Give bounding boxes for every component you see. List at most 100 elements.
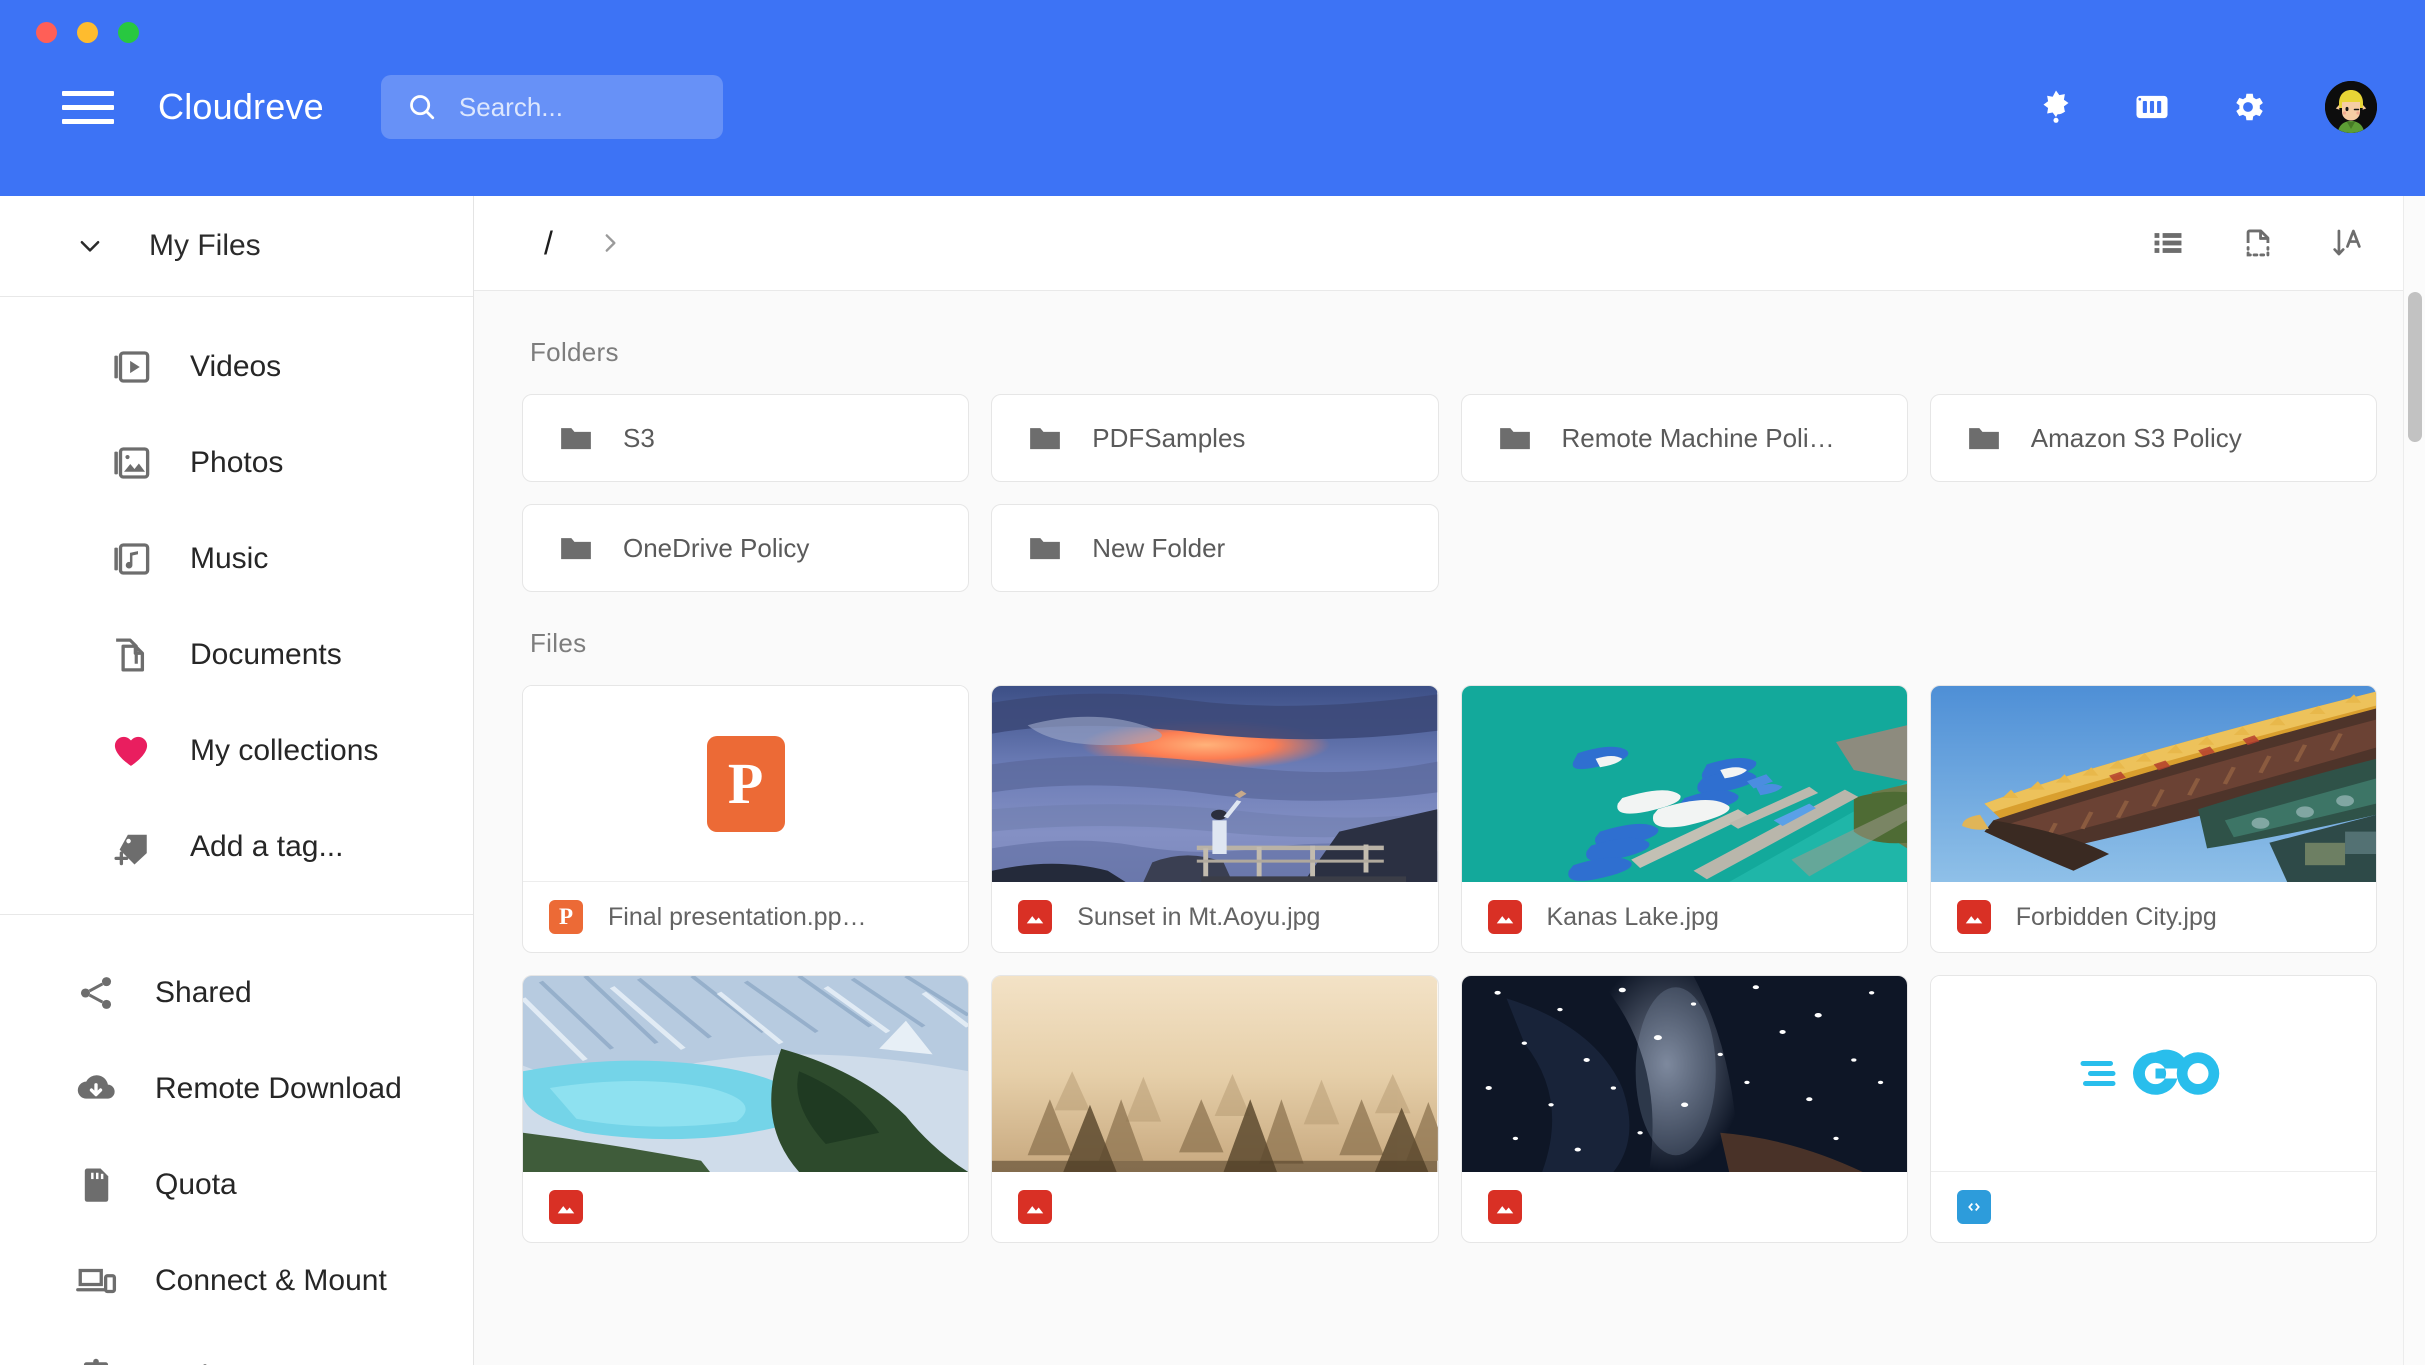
sidebar-item-label: Videos [190,350,282,383]
file-thumbnail [523,976,969,1172]
milky-way-thumbnail [1461,976,1907,1172]
turquoise-marina-thumbnail [1461,686,1907,882]
folder-card[interactable]: PDFSamples [991,394,1439,482]
file-card[interactable]: P P Final presentation.pp… [522,685,970,953]
file-thumbnail: P [523,686,969,882]
file-card[interactable] [1929,975,2377,1243]
folder-card[interactable]: Remote Machine Poli… [1460,394,1908,482]
window-maximize-button[interactable] [118,22,139,43]
sidebar-item-label: My collections [190,734,379,767]
image-file-icon [1018,900,1053,934]
avatar-image [2325,81,2377,133]
file-thumbnail [1461,976,1907,1172]
heart-icon [114,736,148,766]
sidebar-item-my-collections[interactable]: My collections [0,703,473,799]
go-logo-icon [2080,1049,2220,1095]
sidebar-header-label: My Files [149,229,261,262]
sidebar-item-connect-and-mount[interactable]: Connect & Mount [0,1233,473,1329]
folder-icon [1030,427,1061,449]
files-section-title: Files [530,628,587,658]
sidebar-item-task-queue[interactable]: Task Queue [0,1329,473,1365]
sidebar-header-my-files[interactable]: My Files [0,196,473,297]
photo-library-icon [114,447,150,479]
dashed-file-icon[interactable] [2241,226,2275,260]
sunset-clouds-thumbnail [992,686,1438,882]
gear-icon[interactable] [2229,88,2267,126]
files-grid: P P Final presentation.pp… Sunset in Mt.… [522,685,2377,1243]
file-card[interactable] [1460,975,1908,1243]
sidebar-item-shared[interactable]: Shared [0,945,473,1041]
file-name: Forbidden City.jpg [2015,902,2217,931]
folder-name: PDFSamples [1092,422,1246,453]
file-card[interactable] [991,975,1439,1243]
vertical-scrollbar[interactable] [2403,196,2425,1365]
sidebar-item-add-a-tag[interactable]: Add a tag... [0,799,473,895]
search-input[interactable]: Search... [380,75,723,139]
sidebar-group-tools: Shared Remote Download Quota Connect & M… [0,914,473,1365]
file-card[interactable]: Forbidden City.jpg [1929,685,2377,953]
chevron-down-icon [80,241,100,252]
search-placeholder: Search... [458,91,563,122]
go-file-icon [1956,1190,1991,1224]
window-traffic-lights [36,22,139,43]
image-file-icon [1487,1190,1522,1224]
sidebar-item-quota[interactable]: Quota [0,1137,473,1233]
sidebar-item-label: Add a tag... [190,830,344,863]
folder-name: New Folder [1092,532,1226,563]
storage-drive-icon[interactable] [2133,88,2171,126]
file-thumbnail [992,976,1438,1172]
folder-icon [1499,427,1530,449]
chevron-right-icon[interactable] [597,230,623,256]
share-icon [80,977,112,1009]
breadcrumb-root[interactable]: / [544,225,553,262]
sidebar-item-videos[interactable]: Videos [0,319,473,415]
window-minimize-button[interactable] [77,22,98,43]
file-card[interactable]: Kanas Lake.jpg [1460,685,1908,953]
documents-icon [116,638,145,672]
sidebar: My Files Videos Photos Music Documents M… [0,196,474,1365]
sidebar-item-remote-download[interactable]: Remote Download [0,1041,473,1137]
folder-card[interactable]: S3 [522,394,970,482]
brightness-sun-moon-icon[interactable] [2037,88,2075,126]
scrollbar-thumb[interactable] [2408,292,2422,442]
file-name: Sunset in Mt.Aoyu.jpg [1077,902,1321,931]
folder-card[interactable]: New Folder [991,504,1439,592]
cloud-download-icon [77,1075,115,1099]
header-actions [2037,52,2377,162]
sidebar-item-label: Connect & Mount [155,1264,387,1297]
image-file-icon [1956,900,1991,934]
avatar[interactable] [2325,81,2377,133]
file-name: Kanas Lake.jpg [1546,902,1719,931]
sort-alpha-icon[interactable] [2331,226,2365,260]
list-view-icon[interactable] [2151,226,2185,260]
folder-name: Remote Machine Poli… [1561,422,1835,453]
file-name: Final presentation.pp… [608,902,867,931]
file-thumbnail [1461,686,1907,882]
file-thumbnail [1930,686,2376,882]
clipboard-tasks-icon [83,1358,109,1365]
temple-roof-thumbnail [1930,686,2376,882]
folder-icon [1030,537,1061,559]
sidebar-item-photos[interactable]: Photos [0,415,473,511]
file-thumbnail [992,686,1438,882]
image-file-icon [1487,900,1522,934]
sidebar-item-label: Documents [190,638,342,671]
folder-icon [561,427,591,449]
window-close-button[interactable] [36,22,57,43]
add-tag-icon [114,834,147,866]
folder-card[interactable]: Amazon S3 Policy [1929,394,2377,482]
folder-card[interactable]: OneDrive Policy [522,504,970,592]
cloudreve-window: Cloudreve Search... My Files Videos Phot… [0,0,2425,1365]
sidebar-item-music[interactable]: Music [0,511,473,607]
file-card[interactable]: Sunset in Mt.Aoyu.jpg [991,685,1439,953]
search-icon [410,95,435,120]
powerpoint-file-icon: P [549,900,583,934]
file-card[interactable] [522,975,970,1243]
powerpoint-file-icon: P [706,735,785,832]
folder-name: OneDrive Policy [623,532,810,563]
image-file-icon [549,1190,583,1224]
hamburger-menu-icon[interactable] [62,87,114,127]
sidebar-item-documents[interactable]: Documents [0,607,473,703]
folders-section-title: Folders [530,337,619,367]
sidebar-item-label: Remote Download [155,1072,402,1105]
